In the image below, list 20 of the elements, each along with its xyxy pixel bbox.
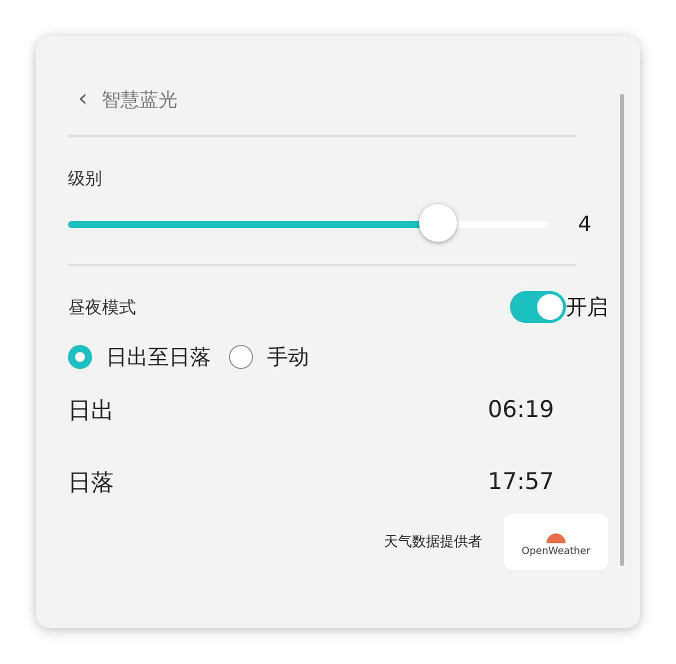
page-title: 智慧蓝光 xyxy=(102,88,178,113)
radio-button[interactable] xyxy=(229,345,253,369)
radio-label: 手动 xyxy=(267,344,309,371)
time-label: 日落 xyxy=(68,468,114,498)
back-button[interactable]: ‹ xyxy=(68,84,96,116)
section-label: 级别 xyxy=(68,168,103,190)
slider-thumb[interactable] xyxy=(418,204,457,242)
radio-button[interactable] xyxy=(68,345,92,369)
toggle-switch[interactable] xyxy=(510,291,566,323)
time-value: 17:57 xyxy=(488,469,554,495)
scrollbar[interactable] xyxy=(620,94,624,566)
time-label: 日出 xyxy=(68,396,114,426)
toggle-label: 开启 xyxy=(566,294,608,321)
slider[interactable] xyxy=(68,205,548,243)
provider-label: 天气数据提供者 xyxy=(384,533,482,551)
logo-text: OpenWeather xyxy=(522,546,590,556)
section-label: 昼夜模式 xyxy=(68,296,137,318)
time-value: 06:19 xyxy=(488,397,554,423)
radio-label: 日出至日落 xyxy=(106,344,211,371)
slider-value: 4 xyxy=(578,212,592,236)
